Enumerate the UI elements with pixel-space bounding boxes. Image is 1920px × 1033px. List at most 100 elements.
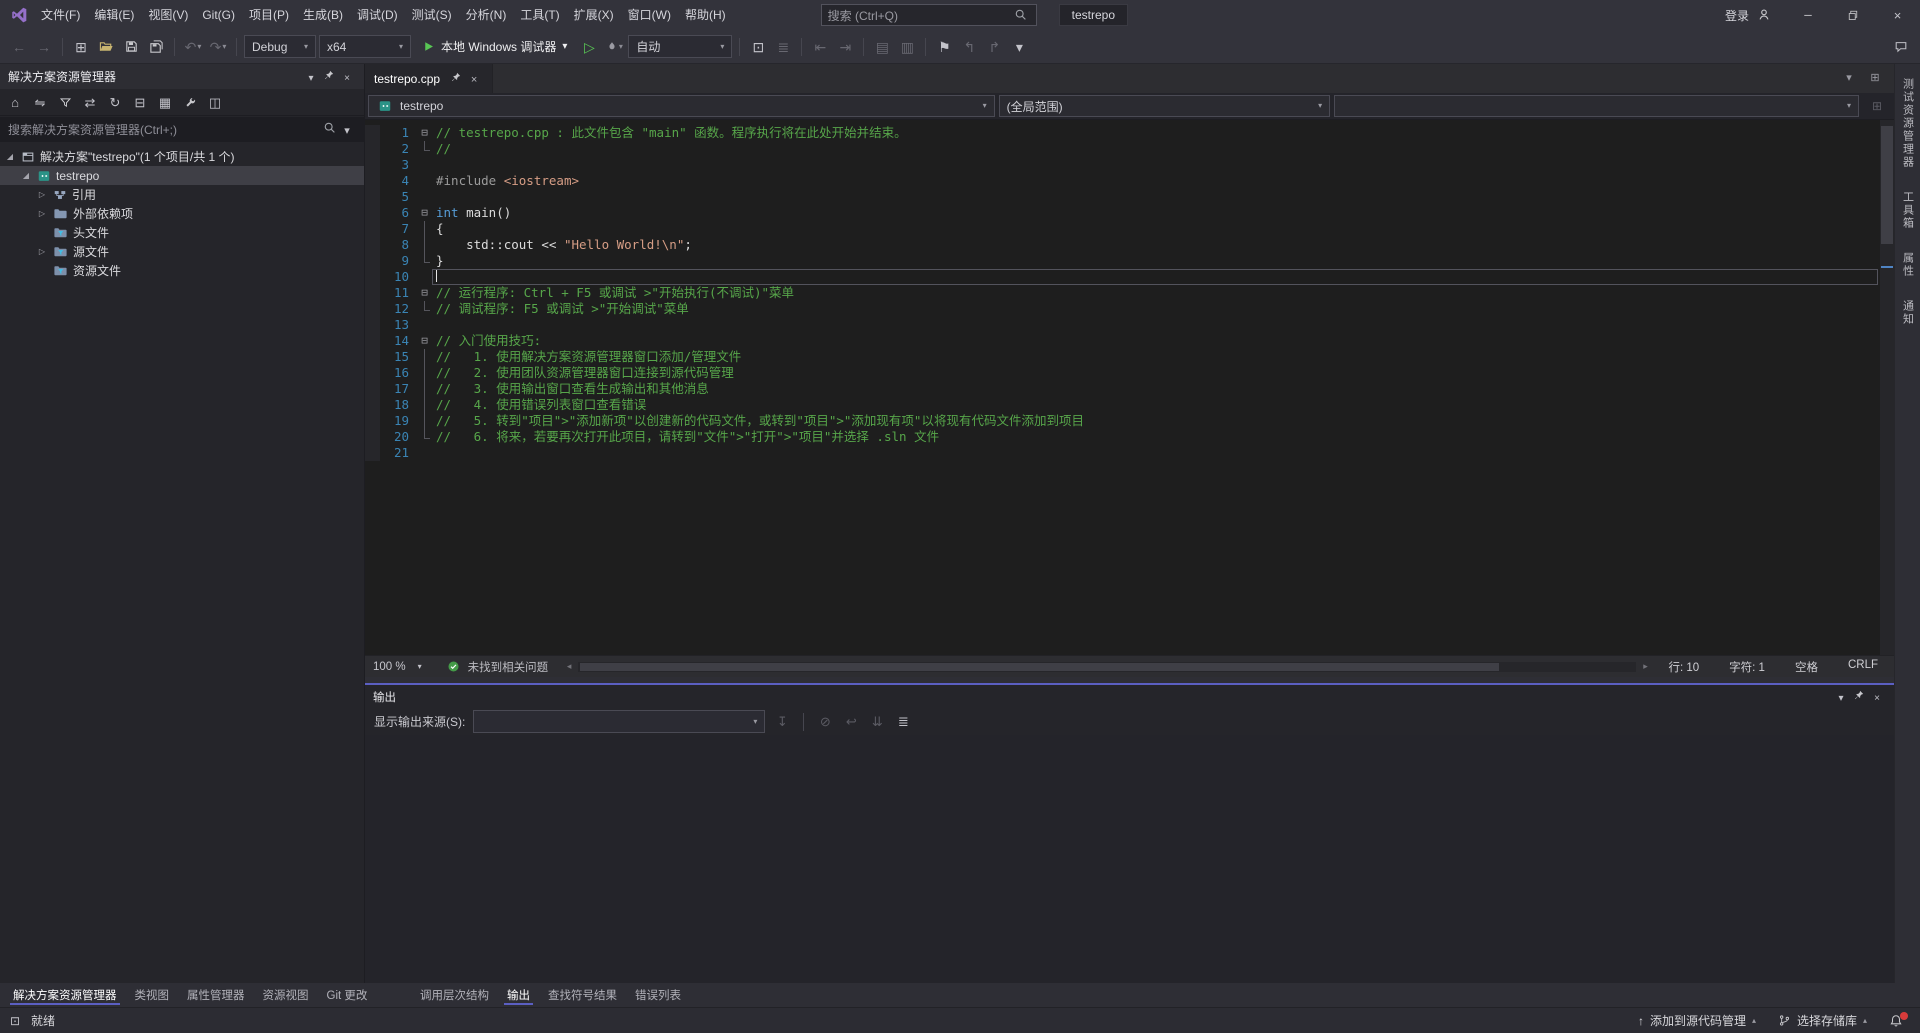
- tool-window-tab[interactable]: 输出: [498, 983, 539, 1007]
- solution-name-badge[interactable]: testrepo: [1059, 4, 1128, 26]
- breakpoint-margin[interactable]: [365, 269, 380, 285]
- collapse-all[interactable]: ⊟: [131, 93, 149, 111]
- send-feedback[interactable]: [1890, 35, 1912, 59]
- menu-item[interactable]: 工具(T): [513, 0, 566, 30]
- tool-window-tab[interactable]: 错误列表: [626, 983, 690, 1007]
- menu-item[interactable]: 测试(S): [405, 0, 459, 30]
- comment-selection[interactable]: ▤: [871, 35, 893, 59]
- select-repository[interactable]: 选择存储库▴: [1767, 1008, 1878, 1033]
- tree-item[interactable]: ▷引用: [0, 185, 364, 204]
- properties[interactable]: [181, 93, 199, 111]
- minimize-button[interactable]: [1785, 0, 1830, 30]
- tool-window-tab[interactable]: 类视图: [126, 983, 179, 1007]
- breakpoint-margin[interactable]: [365, 253, 380, 269]
- breakpoint-margin[interactable]: [365, 141, 380, 157]
- refresh[interactable]: ↻: [106, 93, 124, 111]
- breakpoint-margin[interactable]: [365, 317, 380, 333]
- close-window[interactable]: ×: [1868, 690, 1886, 708]
- undo[interactable]: ↶▾: [182, 35, 204, 59]
- tree-item[interactable]: ▷外部依赖项: [0, 204, 364, 223]
- breakpoint-margin[interactable]: [365, 301, 380, 317]
- tree-item[interactable]: ◢testrepo: [0, 166, 364, 185]
- quick-search-box[interactable]: 搜索 (Ctrl+Q): [821, 4, 1037, 26]
- goto-message[interactable]: ↧: [773, 713, 791, 731]
- scrollbar-thumb[interactable]: [1881, 126, 1893, 244]
- messages-view[interactable]: ≣: [894, 713, 912, 731]
- save-all[interactable]: [145, 35, 167, 59]
- tool-window-tab[interactable]: Git 更改: [318, 983, 377, 1007]
- tree-item[interactable]: ▷源文件: [0, 242, 364, 261]
- menu-item[interactable]: 文件(F): [34, 0, 87, 30]
- close-button[interactable]: ×: [1875, 0, 1920, 30]
- save[interactable]: [120, 35, 142, 59]
- window-layout[interactable]: ⊞: [70, 35, 92, 59]
- auto-hide-tab[interactable]: 属性: [1900, 252, 1916, 278]
- menu-item[interactable]: 帮助(H): [678, 0, 733, 30]
- breakpoint-margin[interactable]: [365, 205, 380, 221]
- tab-testrepo-cpp[interactable]: testrepo.cpp ×: [365, 64, 493, 93]
- code-editor[interactable]: 1⊟// testrepo.cpp : 此文件包含 "main" 函数。程序执行…: [365, 120, 1894, 655]
- breakpoint-margin[interactable]: [365, 365, 380, 381]
- tool-window-tab[interactable]: 调用层次结构: [411, 983, 498, 1007]
- pin-window[interactable]: [320, 66, 338, 84]
- switch-views[interactable]: ⇋: [31, 93, 49, 111]
- tool-window-tab[interactable]: 属性管理器: [178, 983, 254, 1007]
- preview-selected-items[interactable]: ◫: [206, 93, 224, 111]
- breakpoint-margin[interactable]: [365, 445, 380, 461]
- tree-item[interactable]: ◢解决方案"testrepo"(1 个项目/共 1 个): [0, 147, 364, 166]
- breakpoint-margin[interactable]: [365, 397, 380, 413]
- filter[interactable]: [56, 93, 74, 111]
- menu-item[interactable]: 调试(D): [350, 0, 405, 30]
- active-documents[interactable]: ▾: [1840, 70, 1858, 88]
- expander-open-icon[interactable]: ◢: [4, 152, 16, 161]
- nav-scope-dropdown[interactable]: (全局范围) ▾: [999, 95, 1331, 117]
- breakpoint-margin[interactable]: [365, 173, 380, 189]
- platform-dropdown[interactable]: x64▾: [319, 35, 411, 58]
- hscroll-thumb[interactable]: [580, 663, 1499, 671]
- tool-window-tab[interactable]: 查找符号结果: [539, 983, 626, 1007]
- breakpoint-margin[interactable]: [365, 221, 380, 237]
- toolbar-options[interactable]: ▾: [1008, 35, 1030, 59]
- auto-hide-tab[interactable]: 通知: [1900, 300, 1916, 326]
- scroll-right[interactable]: ▸: [1636, 658, 1654, 676]
- hscroll-track[interactable]: [578, 662, 1636, 672]
- tree-item[interactable]: 资源文件: [0, 261, 364, 280]
- window-position[interactable]: ▾: [1832, 690, 1850, 708]
- fold-collapse-icon[interactable]: ⊟: [417, 285, 432, 301]
- menu-item[interactable]: 扩展(X): [567, 0, 621, 30]
- next-bookmark[interactable]: ↱: [983, 35, 1005, 59]
- clear-all[interactable]: ⊘: [816, 713, 834, 731]
- window-options[interactable]: ⊞: [1866, 70, 1884, 88]
- navigate-forward[interactable]: →: [33, 35, 55, 59]
- hot-reload[interactable]: ▾: [603, 35, 625, 59]
- breakpoint-margin[interactable]: [365, 349, 380, 365]
- document-health[interactable]: [445, 657, 463, 675]
- fold-collapse-icon[interactable]: ⊟: [417, 205, 432, 221]
- open-file[interactable]: [95, 35, 117, 59]
- breakpoint-margin[interactable]: [365, 189, 380, 205]
- expander-open-icon[interactable]: ◢: [20, 171, 32, 180]
- menu-item[interactable]: 生成(B): [296, 0, 350, 30]
- output-header[interactable]: 输出 ▾×: [365, 685, 1894, 708]
- navigate-backward[interactable]: ←: [8, 35, 30, 59]
- breakpoint-margin[interactable]: [365, 429, 380, 445]
- output-source-dropdown[interactable]: ▾: [473, 710, 765, 733]
- sync-with-active-document[interactable]: ⇄: [81, 93, 99, 111]
- tree-item[interactable]: 头文件: [0, 223, 364, 242]
- notifications[interactable]: [1878, 1008, 1914, 1033]
- menu-item[interactable]: Git(G): [195, 0, 242, 30]
- split-editor[interactable]: ⊞: [1868, 97, 1886, 115]
- attach-dropdown[interactable]: 自动▾: [628, 35, 732, 58]
- close-tab[interactable]: ×: [465, 71, 483, 89]
- add-to-source-control[interactable]: ↑添加到源代码管理▴: [1627, 1008, 1767, 1033]
- window-position[interactable]: ▾: [302, 70, 320, 88]
- indent-increase[interactable]: ⇥: [834, 35, 856, 59]
- home[interactable]: ⌂: [6, 93, 24, 111]
- toggle-autoscroll[interactable]: ⇊: [868, 713, 886, 731]
- editor-vertical-scrollbar[interactable]: [1880, 120, 1894, 655]
- fold-collapse-icon[interactable]: ⊟: [417, 125, 432, 141]
- menu-item[interactable]: 项目(P): [242, 0, 296, 30]
- se-search-box[interactable]: 搜索解决方案资源管理器(Ctrl+;) ▾: [0, 117, 364, 142]
- uncomment-selection[interactable]: ▥: [896, 35, 918, 59]
- line-operations[interactable]: ≣: [772, 35, 794, 59]
